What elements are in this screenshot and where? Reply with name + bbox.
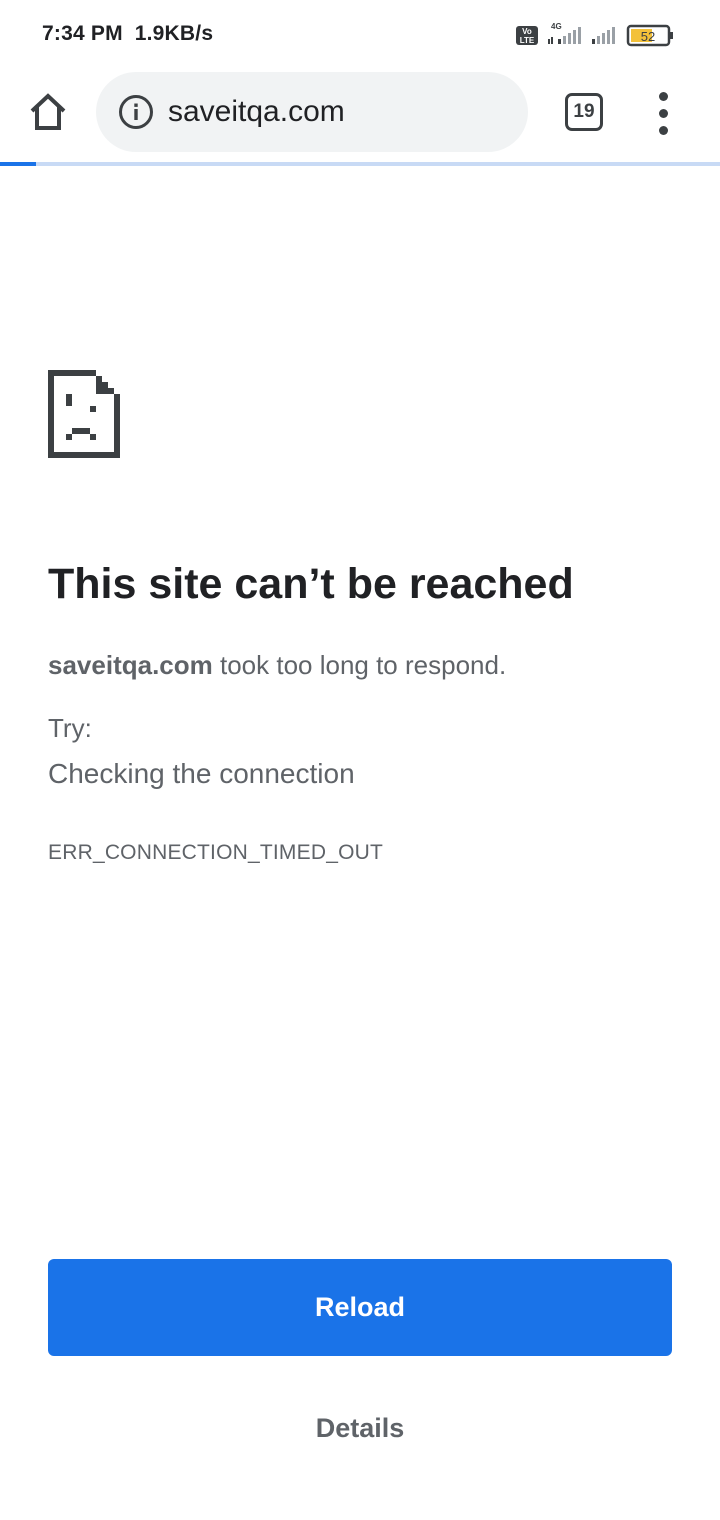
battery-level: 52 [641, 29, 655, 44]
error-code: ERR_CONNECTION_TIMED_OUT [48, 841, 383, 864]
error-title: This site can’t be reached [48, 560, 574, 608]
page-load-progress [0, 162, 720, 166]
status-bar: 7:34 PM 1.9KB/s Vo LTE 4G 52 [0, 0, 720, 70]
browser-screen: 7:34 PM 1.9KB/s Vo LTE 4G 52 saveitqa.co… [0, 0, 720, 1520]
signal-4g-icon: 4G [548, 22, 581, 44]
home-icon [30, 93, 66, 130]
tab-count: 19 [565, 93, 603, 131]
overflow-menu-button[interactable] [650, 92, 678, 136]
status-time: 7:34 PM [42, 22, 123, 45]
battery-icon: 52 [626, 24, 673, 47]
suggestion-item: Checking the connection [48, 758, 355, 789]
progress-fill [0, 162, 36, 166]
omnibox[interactable]: saveitqa.com [96, 72, 528, 152]
volte-icon: Vo LTE [516, 26, 538, 45]
details-button-label: Details [315, 1412, 405, 1443]
network-speed: 1.9KB/s [134, 22, 214, 45]
sad-page-icon [48, 370, 120, 458]
svg-text:LTE: LTE [520, 36, 535, 45]
details-button[interactable]: Details [260, 1400, 460, 1456]
reload-button-label: Reload [314, 1292, 406, 1322]
error-message: took too long to respond. [212, 650, 507, 680]
status-icons: Vo LTE 4G 52 [516, 22, 673, 47]
reload-button[interactable]: Reload [48, 1259, 672, 1356]
status-time-group: 7:34 PM 1.9KB/s [42, 22, 213, 46]
tab-switcher-button[interactable]: 19 [565, 93, 603, 131]
network-type-label: 4G [551, 22, 562, 31]
error-description: saveitqa.com took too long to respond. [48, 648, 688, 682]
try-label: Try: [48, 713, 92, 743]
browser-toolbar: saveitqa.com 19 [0, 70, 720, 162]
error-host: saveitqa.com [48, 650, 213, 680]
home-button[interactable] [26, 90, 70, 134]
url-text[interactable]: saveitqa.com [168, 94, 345, 130]
signal-icon [592, 27, 615, 44]
info-icon[interactable] [118, 94, 154, 130]
volte-label: Vo [522, 27, 532, 36]
